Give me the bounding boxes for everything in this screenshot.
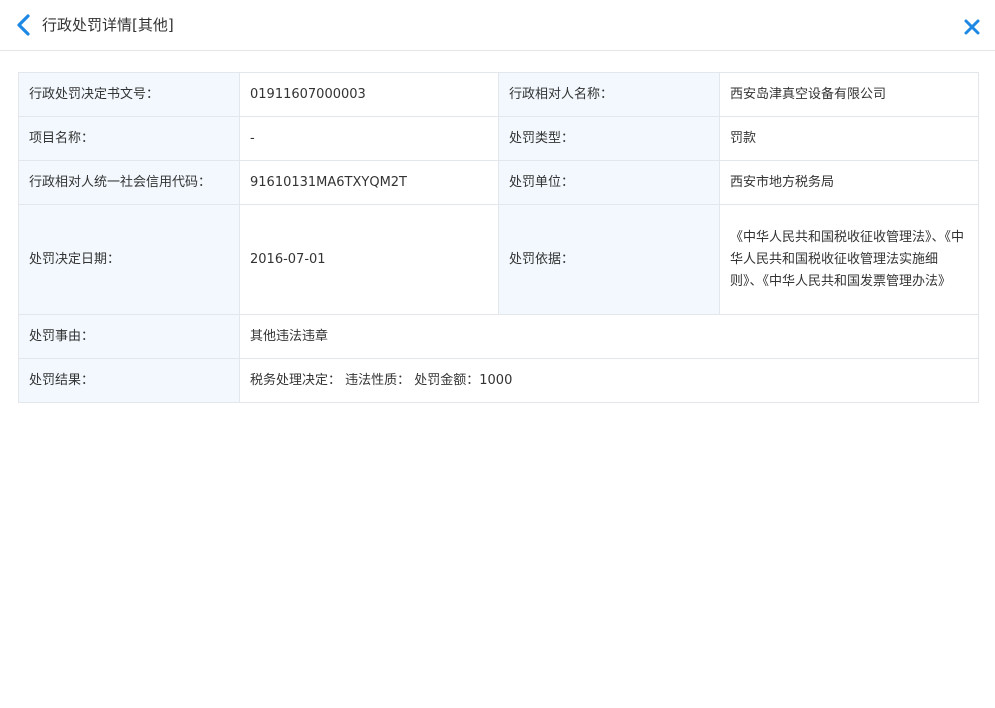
- penalty-doc-number-value: 01911607000003: [239, 72, 499, 117]
- chevron-left-icon: [17, 14, 30, 36]
- penalty-doc-number-label: 行政处罚决定书文号：: [18, 72, 240, 117]
- table-row: 处罚结果： 税务处理决定： 违法性质： 处罚金额：1000: [18, 358, 979, 403]
- close-button[interactable]: [962, 17, 982, 37]
- penalty-type-value: 罚款: [719, 116, 979, 161]
- project-name-label: 项目名称：: [18, 116, 240, 161]
- penalty-authority-label: 处罚单位：: [498, 160, 720, 205]
- table-row: 项目名称： - 处罚类型： 罚款: [18, 116, 979, 161]
- penalty-date-value: 2016-07-01: [239, 204, 499, 315]
- penalty-date-label: 处罚决定日期：: [18, 204, 240, 315]
- penalty-authority-value: 西安市地方税务局: [719, 160, 979, 205]
- table-row: 处罚决定日期： 2016-07-01 处罚依据： 《中华人民共和国税收征收管理法…: [18, 204, 979, 315]
- table-row: 处罚事由： 其他违法违章: [18, 314, 979, 359]
- dialog-header: 行政处罚详情[其他]: [0, 0, 995, 51]
- credit-code-value: 91610131MA6TXYQM2T: [239, 160, 499, 205]
- penalty-basis-label: 处罚依据：: [498, 204, 720, 315]
- penalty-result-value: 税务处理决定： 违法性质： 处罚金额：1000: [239, 358, 979, 403]
- penalty-reason-value: 其他违法违章: [239, 314, 979, 359]
- project-name-value: -: [239, 116, 499, 161]
- credit-code-label: 行政相对人统一社会信用代码：: [18, 160, 240, 205]
- table-row: 行政相对人统一社会信用代码： 91610131MA6TXYQM2T 处罚单位： …: [18, 160, 979, 205]
- counterpart-name-value: 西安岛津真空设备有限公司: [719, 72, 979, 117]
- detail-table: 行政处罚决定书文号： 01911607000003 行政相对人名称： 西安岛津真…: [18, 72, 979, 403]
- back-button[interactable]: [14, 13, 34, 37]
- penalty-result-label: 处罚结果：: [18, 358, 240, 403]
- dialog-title: 行政处罚详情[其他]: [42, 16, 174, 34]
- table-row: 行政处罚决定书文号： 01911607000003 行政相对人名称： 西安岛津真…: [18, 72, 979, 117]
- counterpart-name-label: 行政相对人名称：: [498, 72, 720, 117]
- penalty-basis-value: 《中华人民共和国税收征收管理法》、《中华人民共和国税收征收管理法实施细则》、《中…: [719, 204, 979, 315]
- penalty-type-label: 处罚类型：: [498, 116, 720, 161]
- penalty-reason-label: 处罚事由：: [18, 314, 240, 359]
- close-icon: [964, 19, 980, 35]
